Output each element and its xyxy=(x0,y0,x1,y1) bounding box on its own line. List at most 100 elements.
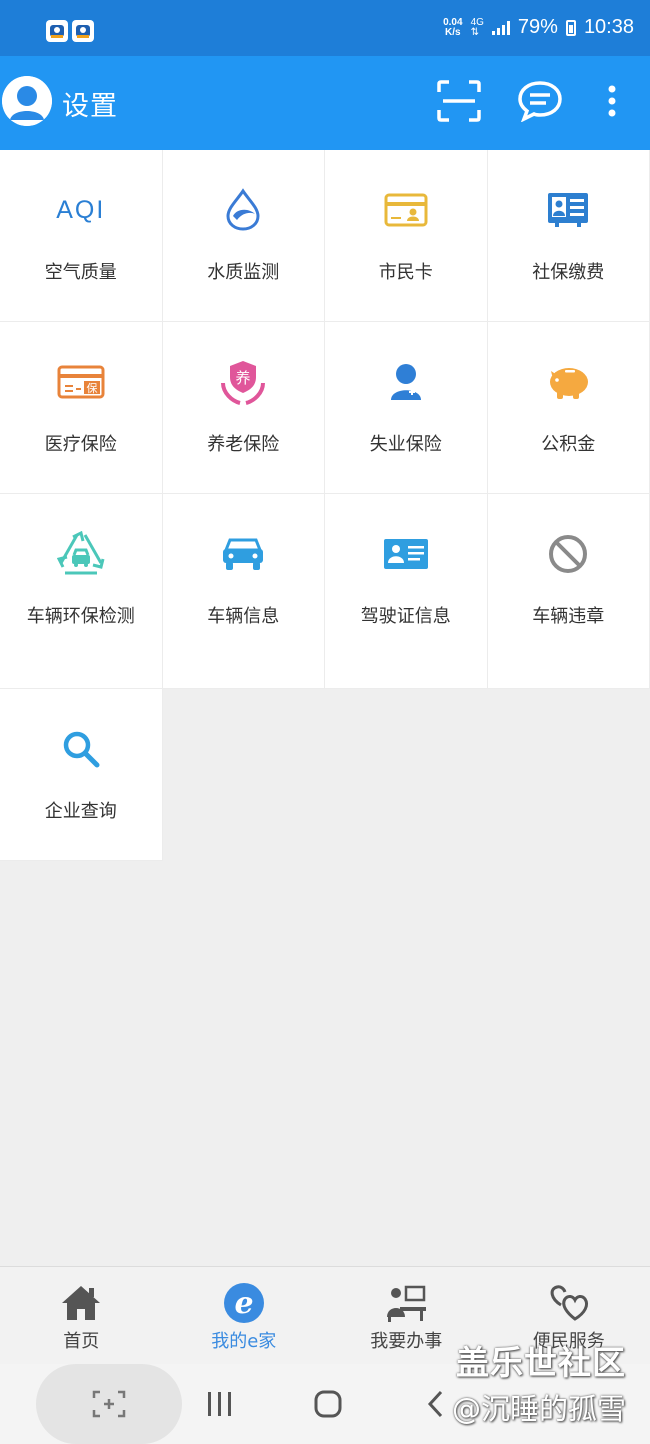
nav-label: 首页 xyxy=(63,1331,100,1352)
service-label: 养老保险 xyxy=(207,434,280,455)
watermark-title: 盖乐世社区 xyxy=(456,1343,626,1382)
insurance-card-icon: 保 xyxy=(57,365,105,399)
clock: 10:38 xyxy=(583,16,634,38)
service-tile-vehicle-info[interactable]: 车辆信息 xyxy=(162,494,325,689)
more-button[interactable] xyxy=(590,78,634,124)
service-label: 企业查询 xyxy=(44,801,117,822)
service-label: 车辆违章 xyxy=(532,606,605,627)
nav-tab-my-ehome[interactable]: e 我的e家 xyxy=(163,1267,326,1365)
assistant-button[interactable] xyxy=(36,1364,182,1444)
app-bar: 设置 xyxy=(0,56,650,150)
office-worker-icon xyxy=(387,1285,427,1322)
person-icon xyxy=(390,364,421,400)
unemployment-icon-wrap xyxy=(325,360,487,404)
scan-icon xyxy=(437,80,481,122)
pension-icon-text: 养 xyxy=(236,369,251,387)
enterprise-icon-wrap xyxy=(0,727,162,771)
e-home-icon-wrap: e xyxy=(163,1283,326,1323)
service-label: 医疗保险 xyxy=(44,434,117,455)
battery-icon xyxy=(565,19,576,36)
message-button[interactable] xyxy=(517,78,563,124)
service-tile-pension[interactable]: 养 养老保险 xyxy=(162,322,325,494)
service-tile-social-security[interactable]: 社保缴费 xyxy=(487,150,650,322)
service-tile-enterprise-query[interactable]: 企业查询 xyxy=(0,689,163,861)
social-icon-wrap xyxy=(488,188,650,232)
service-label: 社保缴费 xyxy=(532,262,605,283)
signal-icon xyxy=(491,20,510,35)
message-icon xyxy=(518,81,562,122)
aqi-icon-text: AQI xyxy=(56,195,106,224)
capture-icon xyxy=(92,1390,126,1418)
home-square-icon xyxy=(314,1390,342,1418)
service-tile-medical-insurance[interactable]: 保 医疗保险 xyxy=(0,322,163,494)
service-label: 车辆环保检测 xyxy=(26,606,135,627)
convenience-icon-wrap xyxy=(488,1283,650,1323)
home-system-button[interactable] xyxy=(312,1386,344,1422)
recycle-car-icon xyxy=(56,531,105,575)
pension-icon-wrap: 养 xyxy=(163,360,325,405)
svg-text:e: e xyxy=(234,1286,253,1321)
scan-button[interactable] xyxy=(436,78,482,124)
home-icon-wrap xyxy=(0,1283,163,1323)
service-label: 失业保险 xyxy=(369,434,442,455)
network-speed-value: 0.04 xyxy=(443,16,463,28)
service-tile-water[interactable]: 水质监测 xyxy=(162,150,325,322)
recent-apps-icon xyxy=(208,1392,231,1416)
no-entry-icon xyxy=(549,535,588,573)
e-home-icon: e xyxy=(223,1283,264,1323)
service-label: 空气质量 xyxy=(44,262,117,283)
notification-icons xyxy=(46,20,94,42)
status-indicators: 0.04 K/s 4G ⇅ 79% 10:38 xyxy=(443,16,634,39)
vehicle-info-icon-wrap xyxy=(163,532,325,576)
network-type-label: 4G xyxy=(470,16,484,28)
nav-tab-home[interactable]: 首页 xyxy=(0,1267,163,1365)
medical-icon-wrap: 保 xyxy=(0,360,162,404)
battery-percent: 79% xyxy=(517,16,558,38)
status-bar: 0.04 K/s 4G ⇅ 79% 10:38 xyxy=(0,0,650,56)
driver-license-icon xyxy=(383,539,428,569)
pension-hands-icon: 养 xyxy=(221,361,266,405)
home-icon xyxy=(62,1286,101,1320)
service-label: 公积金 xyxy=(541,434,596,455)
office-icon-wrap xyxy=(325,1283,488,1323)
page-title[interactable]: 设置 xyxy=(62,84,118,123)
insurance-icon-text: 保 xyxy=(86,381,97,395)
violation-icon-wrap xyxy=(488,532,650,576)
search-icon xyxy=(63,731,100,768)
id-card-icon xyxy=(384,193,428,227)
network-speed: 0.04 K/s xyxy=(443,16,463,38)
data-arrows-icon: ⇅ xyxy=(470,26,479,38)
license-icon-wrap xyxy=(325,532,487,576)
avatar-icon xyxy=(2,76,52,126)
service-tile-violation[interactable]: 车辆违章 xyxy=(487,494,650,689)
back-button[interactable] xyxy=(424,1386,446,1422)
car-icon xyxy=(223,538,264,570)
nav-label: 我的e家 xyxy=(211,1331,277,1352)
service-grid: AQI 空气质量 水质监测 市民卡 社保缴费 保 医疗保险 养 养老保险 失业保… xyxy=(0,150,650,861)
fund-icon-wrap xyxy=(488,360,650,404)
service-tile-housing-fund[interactable]: 公积金 xyxy=(487,322,650,494)
vehicle-env-icon-wrap xyxy=(0,531,162,576)
service-label: 水质监测 xyxy=(207,262,280,283)
service-label: 市民卡 xyxy=(378,262,433,283)
profile-card-icon xyxy=(548,193,589,227)
service-tile-citizen-card[interactable]: 市民卡 xyxy=(325,150,488,322)
watermark-author: @沉睡的孤雪 xyxy=(452,1392,627,1426)
service-tile-aqi[interactable]: AQI 空气质量 xyxy=(0,150,163,322)
piggy-bank-icon xyxy=(550,368,589,399)
avatar[interactable] xyxy=(2,76,52,126)
service-tile-vehicle-env-test[interactable]: 车辆环保检测 xyxy=(0,494,163,689)
citizen-card-icon-wrap xyxy=(325,188,487,232)
service-label: 车辆信息 xyxy=(207,606,280,627)
network-speed-unit: K/s xyxy=(445,26,461,38)
recent-apps-button[interactable] xyxy=(204,1386,236,1422)
service-tile-driver-license[interactable]: 驾驶证信息 xyxy=(325,494,488,689)
app-notification-icon xyxy=(46,20,68,42)
service-tile-unemployment[interactable]: 失业保险 xyxy=(325,322,488,494)
water-icon-wrap xyxy=(163,188,325,232)
network-type: 4G ⇅ xyxy=(470,16,484,38)
back-chevron-icon xyxy=(427,1390,443,1418)
water-drop-icon xyxy=(226,188,260,231)
service-label: 驾驶证信息 xyxy=(360,606,451,627)
aqi-icon: AQI xyxy=(0,188,162,232)
